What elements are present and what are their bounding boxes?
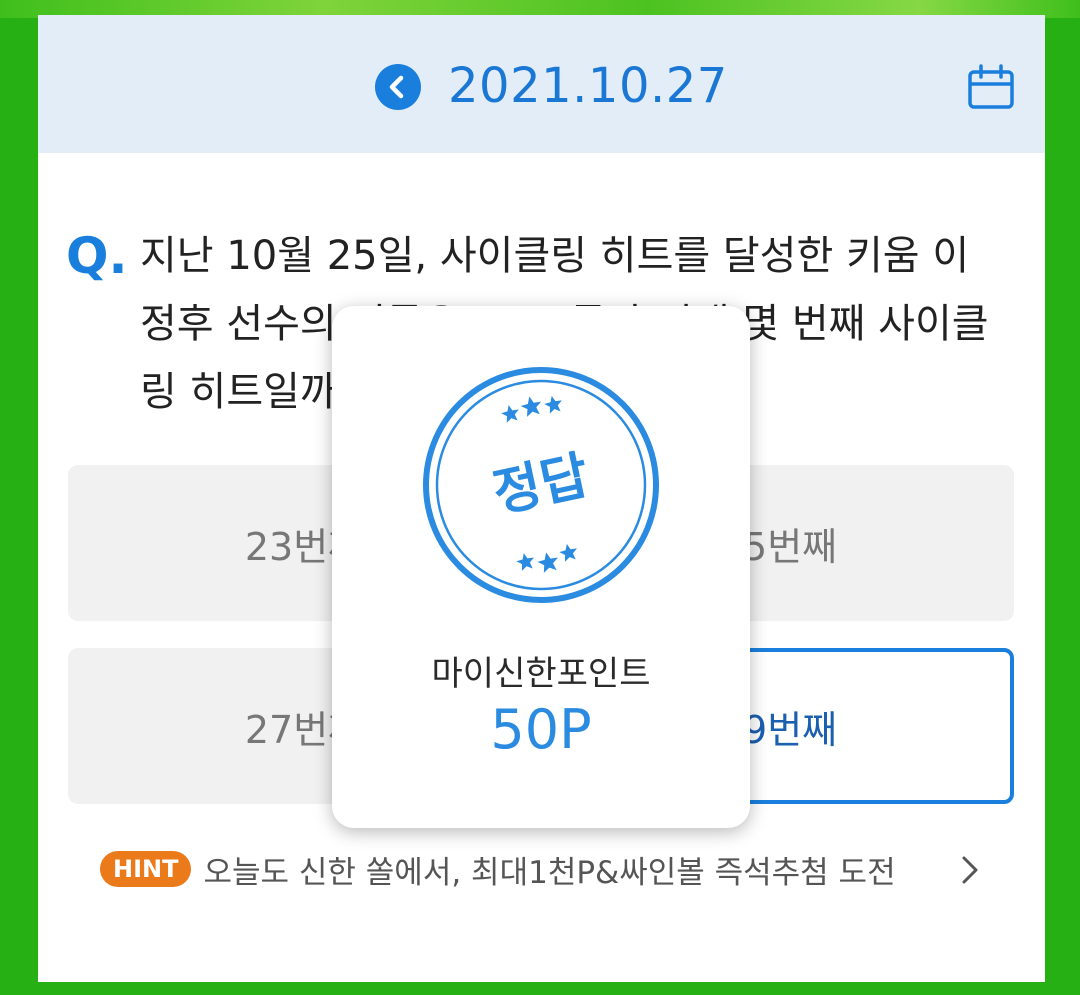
correct-stamp-icon: 정답: [423, 367, 659, 603]
chevron-left-icon: [389, 75, 404, 99]
calendar-icon: [968, 64, 1014, 109]
date-header: 2021.10.27: [38, 15, 1045, 153]
points-value: 50P: [490, 698, 592, 761]
calendar-button[interactable]: [966, 63, 1016, 111]
chevron-right-icon: [962, 856, 978, 884]
hint-badge: HINT: [100, 851, 192, 887]
question-mark-label: Q.: [66, 227, 128, 285]
stamp-text: 정답: [488, 446, 594, 525]
points-label: 마이신한포인트: [431, 654, 651, 694]
hint-text: 오늘도 신한 쏠에서, 최대1천P&싸인볼 즉석추첨 도전: [203, 854, 896, 891]
correct-answer-popup: 정답 마이신한포인트 50P: [332, 306, 750, 828]
back-button[interactable]: [375, 64, 421, 110]
hint-link[interactable]: HINT 오늘도 신한 쏠에서, 최대1천P&싸인볼 즉석추첨 도전: [100, 847, 1000, 891]
date-label: 2021.10.27: [448, 58, 728, 114]
